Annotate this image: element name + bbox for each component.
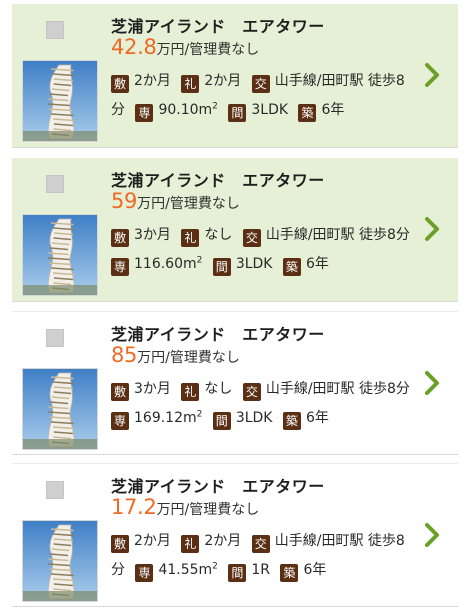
layout-tag: 間	[228, 104, 247, 122]
select-checkbox[interactable]	[46, 175, 64, 193]
layout-tag: 間	[212, 412, 231, 430]
access-tag: 交	[242, 229, 261, 247]
price-unit-fee: 万円/管理費なし	[156, 42, 260, 58]
select-checkbox[interactable]	[46, 21, 64, 39]
layout-value: 3LDK	[251, 102, 289, 118]
deposit-value: 3か月	[134, 227, 171, 243]
listing-details: 敷 2か月 礼 2か月 交山手線/田町駅 徒歩8分 専 41.55m2 間 1R 築 6年	[111, 527, 421, 585]
area-superscript: 2	[212, 561, 218, 572]
ground-strip	[23, 131, 97, 141]
ground-strip	[23, 591, 97, 601]
age-value: 6年	[305, 256, 329, 272]
listing-details: 敷 2か月 礼 2か月 交山手線/田町駅 徒歩8分 専 90.10m2 間 3LDK 築…	[111, 67, 421, 125]
listing-list: 芝浦アイランド エアタワー 42.8万円/管理費なし 敷 2か月 礼 2か月 交山手…	[0, 0, 465, 616]
area-number: 116.60m	[134, 256, 197, 272]
key-money-value: なし	[204, 227, 233, 243]
listing-card[interactable]: 芝浦アイランド エアタワー 42.8万円/管理費なし 敷 2か月 礼 2か月 交山手…	[12, 4, 458, 148]
layout-tag: 間	[228, 564, 247, 582]
access-value: 山手線/田町駅 徒歩8分	[265, 381, 410, 397]
listing-card[interactable]: 芝浦アイランド エアタワー 85万円/管理費なし 敷 3か月 礼なし 交山手線/田…	[12, 311, 458, 455]
building-thumbnail[interactable]	[22, 214, 98, 296]
select-checkbox[interactable]	[46, 481, 64, 499]
rent-price: 59	[111, 189, 138, 213]
area-superscript: 2	[196, 409, 203, 420]
key-money-value: 2か月	[204, 533, 242, 549]
age-tag: 築	[280, 564, 299, 582]
access-tag: 交	[242, 383, 261, 401]
age-tag: 築	[282, 258, 301, 276]
chevron-right-icon[interactable]	[422, 520, 442, 550]
key-money-value: 2か月	[204, 73, 242, 89]
price-line: 59万円/管理費なし	[111, 189, 240, 213]
listing-title[interactable]: 芝浦アイランド エアタワー	[111, 167, 325, 191]
rent-price: 85	[111, 343, 138, 367]
key-money-tag: 礼	[181, 229, 200, 247]
building-thumbnail[interactable]	[22, 368, 98, 450]
layout-tag: 間	[212, 258, 231, 276]
deposit-tag: 敷	[111, 383, 129, 401]
area-number: 169.12m	[134, 410, 197, 426]
listing-details: 敷 3か月 礼なし 交山手線/田町駅 徒歩8分 専 116.60m2 間 3LDK 築…	[111, 221, 421, 279]
listing-title[interactable]: 芝浦アイランド エアタワー	[111, 321, 325, 345]
building-thumbnail[interactable]	[22, 60, 98, 142]
area-superscript: 2	[196, 255, 203, 266]
age-value: 6年	[303, 562, 327, 578]
chevron-right-icon[interactable]	[422, 368, 442, 398]
age-value: 6年	[305, 410, 329, 426]
age-tag: 築	[298, 104, 317, 122]
area-tag: 専	[111, 258, 129, 276]
area-tag: 専	[135, 104, 154, 122]
ground-strip	[23, 439, 97, 449]
deposit-value: 2か月	[134, 533, 171, 549]
deposit-value: 2か月	[134, 73, 171, 89]
deposit-tag: 敷	[111, 75, 129, 93]
price-unit-fee: 万円/管理費なし	[156, 502, 260, 518]
area-value: 41.55m2	[158, 562, 217, 578]
building-thumbnail[interactable]	[22, 520, 98, 602]
chevron-right-icon[interactable]	[422, 60, 442, 90]
area-tag: 専	[111, 412, 129, 430]
key-money-tag: 礼	[181, 535, 200, 553]
chevron-right-icon[interactable]	[422, 214, 442, 244]
layout-value: 3LDK	[235, 256, 273, 272]
access-tag: 交	[251, 75, 270, 93]
listing-title[interactable]: 芝浦アイランド エアタワー	[111, 13, 325, 37]
deposit-tag: 敷	[111, 535, 129, 553]
listing-details: 敷 3か月 礼なし 交山手線/田町駅 徒歩8分 専 169.12m2 間 3LDK 築…	[111, 375, 421, 433]
price-unit-fee: 万円/管理費なし	[137, 196, 240, 212]
rent-price: 42.8	[111, 35, 157, 59]
key-money-tag: 礼	[181, 75, 200, 93]
age-value: 6年	[321, 102, 345, 118]
rent-price: 17.2	[111, 495, 157, 519]
key-money-value: なし	[204, 381, 233, 397]
deposit-tag: 敷	[111, 229, 129, 247]
access-value: 山手線/田町駅 徒歩8分	[265, 227, 410, 243]
area-number: 41.55m	[158, 562, 213, 578]
price-line: 85万円/管理費なし	[111, 343, 240, 367]
access-tag: 交	[251, 535, 270, 553]
select-checkbox[interactable]	[46, 329, 64, 347]
listing-title[interactable]: 芝浦アイランド エアタワー	[111, 473, 325, 497]
age-tag: 築	[282, 412, 301, 430]
listing-card[interactable]: 芝浦アイランド エアタワー 17.2万円/管理費なし 敷 2か月 礼 2か月 交山手…	[12, 463, 458, 607]
area-value: 116.60m2	[134, 256, 202, 272]
price-line: 17.2万円/管理費なし	[111, 495, 259, 519]
area-superscript: 2	[212, 101, 218, 112]
price-unit-fee: 万円/管理費なし	[137, 350, 240, 366]
area-tag: 専	[135, 564, 154, 582]
listing-card[interactable]: 芝浦アイランド エアタワー 59万円/管理費なし 敷 3か月 礼なし 交山手線/田…	[12, 158, 458, 302]
layout-value: 1R	[251, 562, 270, 578]
area-value: 169.12m2	[134, 410, 202, 426]
ground-strip	[23, 285, 97, 295]
layout-value: 3LDK	[235, 410, 273, 426]
area-value: 90.10m2	[158, 102, 217, 118]
area-number: 90.10m	[158, 102, 213, 118]
deposit-value: 3か月	[134, 381, 171, 397]
key-money-tag: 礼	[181, 383, 200, 401]
price-line: 42.8万円/管理費なし	[111, 35, 259, 59]
